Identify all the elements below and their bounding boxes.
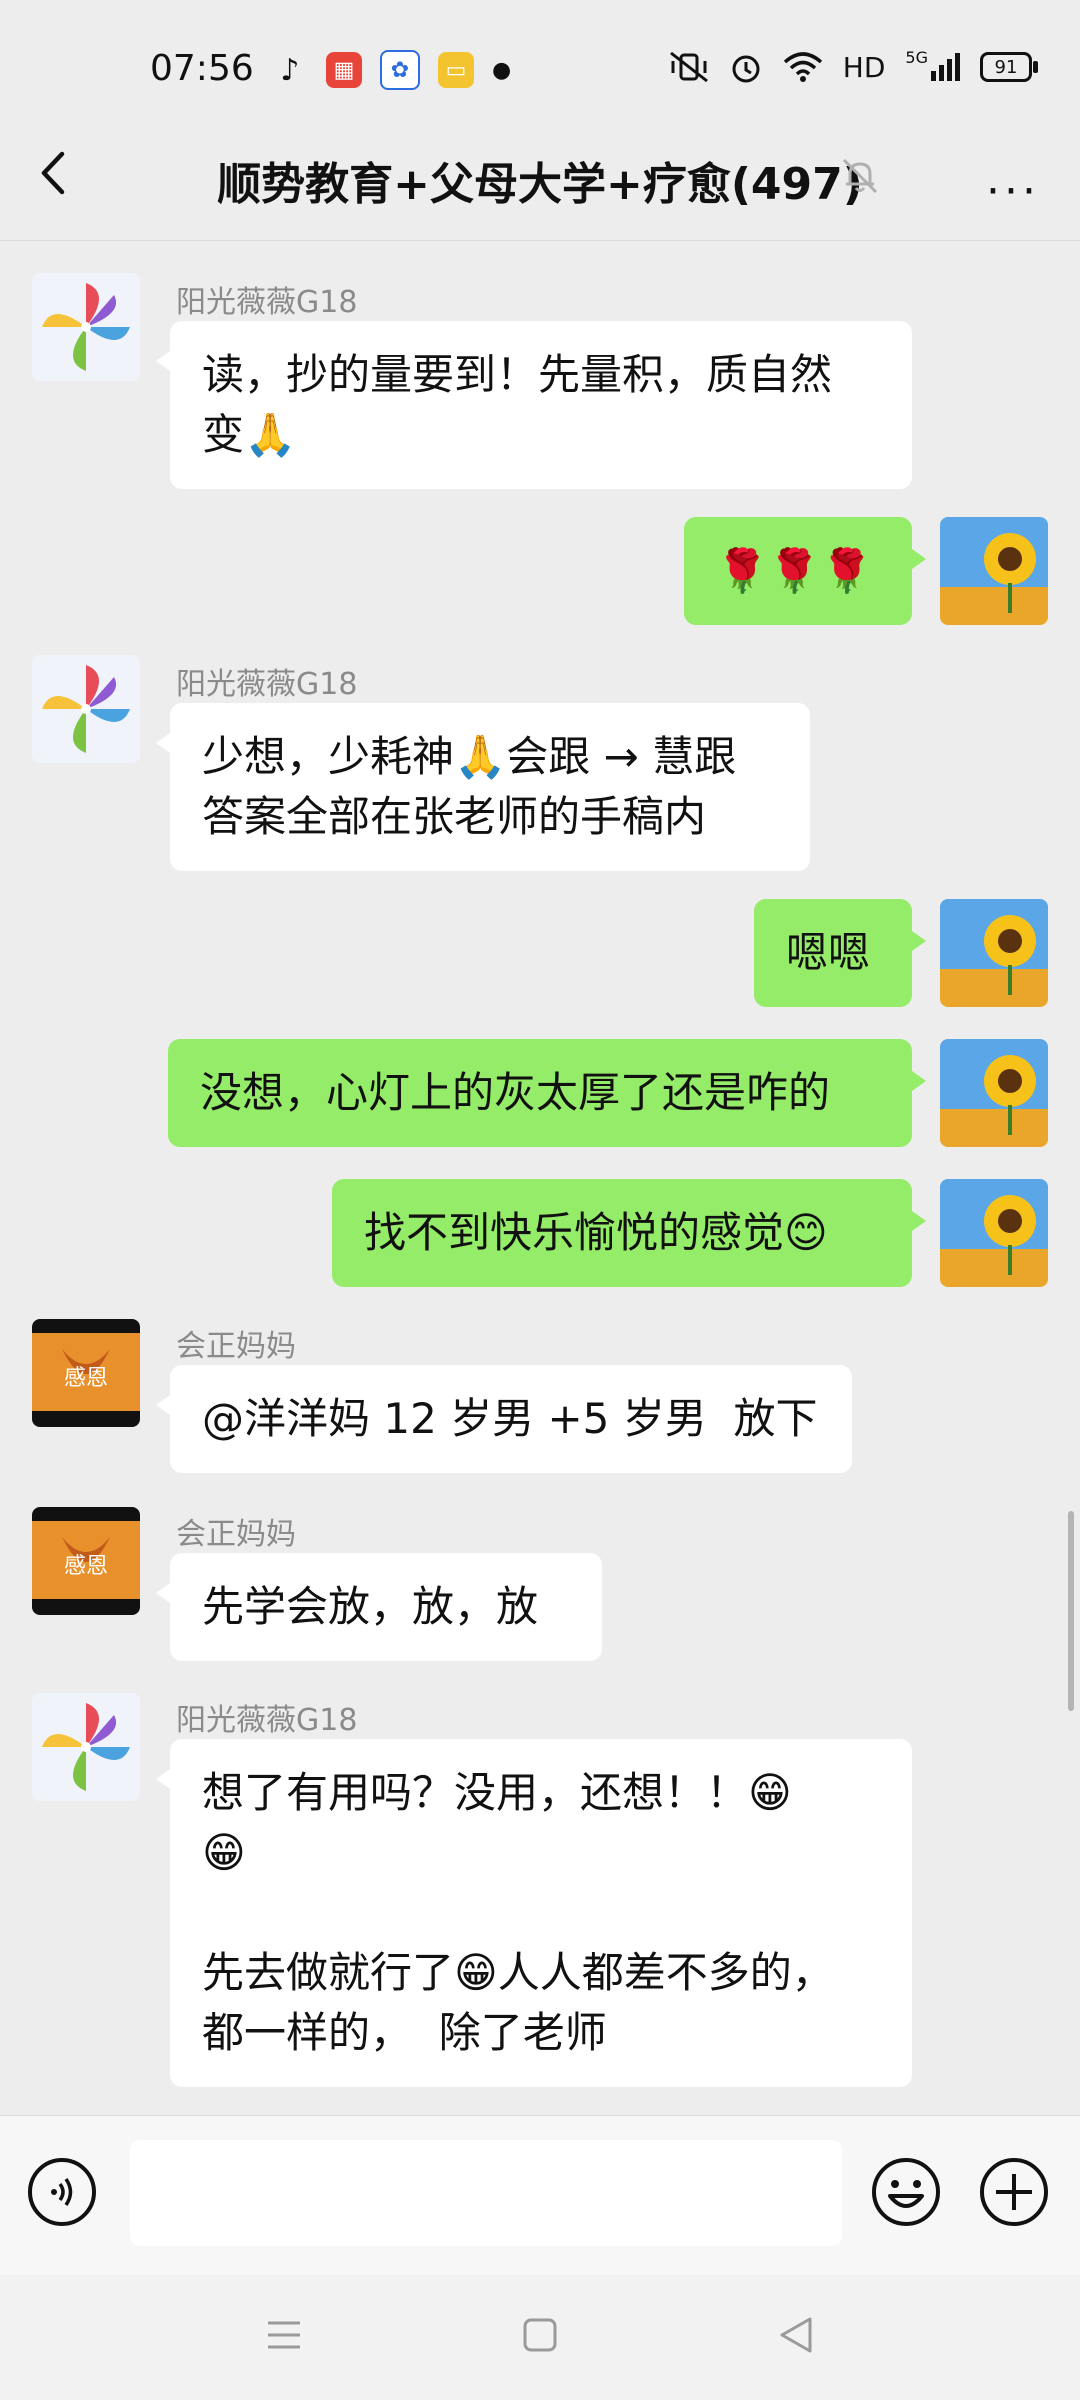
message-bubble[interactable]: @洋洋妈 12 岁男 +5 岁男 放下 — [156, 1365, 852, 1473]
sender-name: 阳光薇薇G18 — [176, 1703, 358, 1738]
emoji-icon[interactable] — [870, 2156, 942, 2228]
signal-type-label: 5G — [905, 48, 928, 67]
battery-level: 91 — [994, 56, 1018, 78]
system-nav-bar — [0, 2275, 1080, 2400]
more-notifications-dot-icon: ● — [492, 57, 512, 83]
message-input[interactable] — [130, 2140, 842, 2246]
avatar-gratitude[interactable]: 感恩 — [32, 1507, 140, 1615]
message-bubble[interactable]: 没想，心灯上的灰太厚了还是咋的 — [168, 1039, 926, 1147]
more-dots-icon[interactable]: ··· — [986, 166, 1040, 217]
cell-signal-icon: 5G — [905, 48, 960, 81]
baidu-icon: ✿ — [380, 50, 420, 90]
tiktok-icon: ♪ — [280, 52, 300, 88]
chat-title: 顺势教育+父母大学+疗愈(497) — [217, 159, 863, 210]
battery-icon: 91 — [980, 52, 1038, 82]
back-triangle-icon[interactable] — [774, 2313, 818, 2357]
notes-app-icon: ▭ — [438, 52, 474, 88]
message-bubble[interactable]: 先学会放，放，放 — [156, 1553, 602, 1661]
message-bubble[interactable]: 🌹🌹🌹 — [684, 517, 926, 625]
avatar-pinwheel[interactable] — [32, 273, 140, 381]
vibrate-icon — [669, 51, 708, 83]
avatar-sunflower[interactable] — [940, 1179, 1048, 1287]
system-indicators: HD 5G 91 — [669, 48, 1038, 84]
avatar-text: 感恩 — [64, 1554, 108, 1579]
sender-name: 阳光薇薇G18 — [176, 667, 358, 702]
avatar-text: 感恩 — [64, 1366, 108, 1391]
plus-icon[interactable] — [978, 2156, 1050, 2228]
sender-name: 会正妈妈 — [176, 1329, 296, 1364]
hd-label: HD — [842, 50, 886, 84]
chat-header: 顺势教育+父母大学+疗愈(497) ··· — [0, 110, 1080, 241]
sender-name: 阳光薇薇G18 — [176, 285, 358, 320]
home-icon[interactable] — [518, 2313, 562, 2357]
message-bubble[interactable]: 读，抄的量要到！先量积，质自然 变🙏 — [156, 321, 912, 489]
bell-off-icon — [842, 158, 878, 194]
avatar-sunflower[interactable] — [940, 1039, 1048, 1147]
voice-icon[interactable] — [28, 2158, 96, 2226]
alarm-icon — [732, 55, 760, 83]
input-bar — [0, 2115, 1080, 2276]
avatar-gratitude[interactable]: 感恩 — [32, 1319, 140, 1427]
menu-icon[interactable] — [262, 2313, 306, 2357]
message-bubble[interactable]: 少想，少耗神🙏会跟 → 慧跟 答案全部在张老师的手稿内 — [156, 703, 810, 871]
status-time: 07:56 — [150, 48, 254, 89]
avatar-sunflower[interactable] — [940, 899, 1048, 1007]
notification-icons: ♪ ▦ ✿ ▭ ● — [272, 50, 511, 90]
message-bubble[interactable]: 找不到快乐愉悦的感觉😊 — [332, 1179, 926, 1287]
avatar-sunflower[interactable] — [940, 517, 1048, 625]
message-list[interactable]: 阳光薇薇G18 读，抄的量要到！先量积，质自然 变🙏 🌹🌹🌹 阳光薇薇G18 少… — [0, 241, 1080, 2115]
avatar-pinwheel[interactable] — [32, 1693, 140, 1801]
sender-name: 会正妈妈 — [176, 1517, 296, 1552]
message-bubble[interactable]: 嗯嗯 — [754, 899, 926, 1007]
scrollbar[interactable] — [1068, 1511, 1074, 1711]
message-bubble[interactable]: 想了有用吗？没用，还想！！😁 😁 先去做就行了😁人人都差不多的， 都一样的， 除… — [156, 1739, 912, 2087]
photo-app-icon: ▦ — [326, 52, 362, 88]
avatar-pinwheel[interactable] — [32, 655, 140, 763]
wifi-icon — [783, 52, 822, 82]
